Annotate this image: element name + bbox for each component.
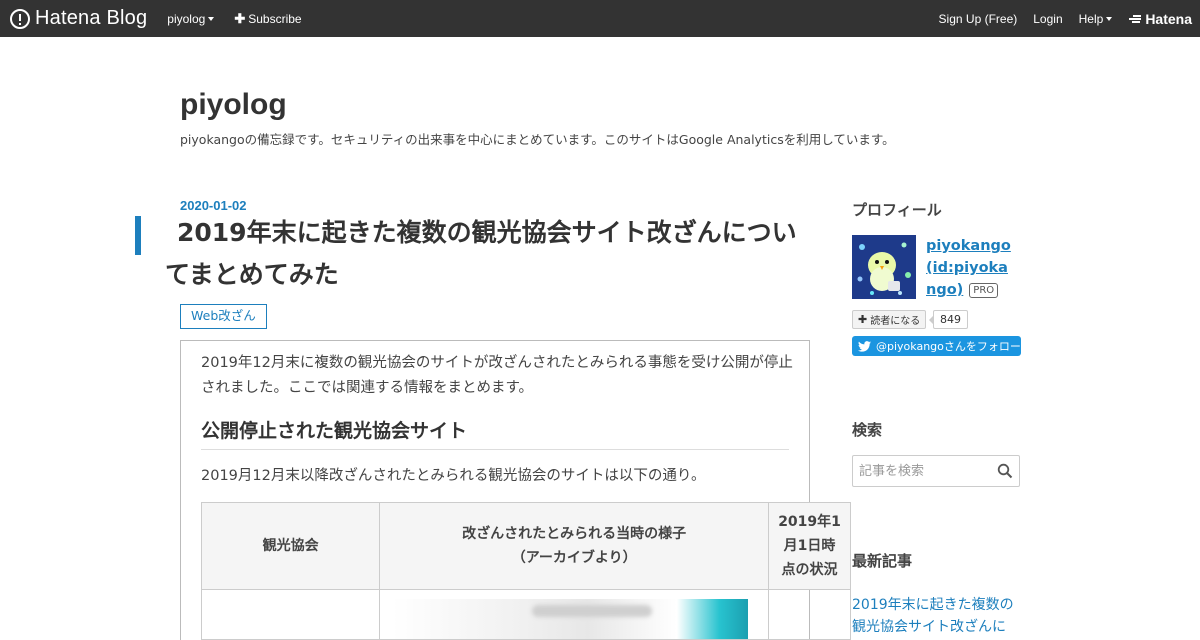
global-nav-right: Sign Up (Free) Login Help Hatena (923, 11, 1200, 27)
recent-article-link[interactable]: 2019年末に起きた複数の観光協会サイト改ざんに (852, 594, 1024, 638)
search-heading: 検索 (852, 421, 883, 439)
section-heading: 公開停止された観光協会サイト (201, 416, 789, 450)
hatena-blog-logo[interactable]: Hatena Blog (10, 0, 147, 37)
caret-down-icon (208, 16, 215, 21)
hatena-logo[interactable]: Hatena (1128, 11, 1192, 27)
pro-badge: PRO (969, 282, 999, 298)
recent-heading: 最新記事 (852, 552, 913, 570)
category-tag[interactable]: Web改ざん (180, 304, 267, 329)
archive-screenshot-image[interactable] (392, 598, 749, 639)
global-header: Hatena Blog piyolog ✚ Subscribe Sign Up … (0, 0, 1200, 37)
title-accent-bar (135, 216, 141, 255)
article-title[interactable]: 2019年末に起きた複数の観光協会サイト改ざんについてまとめてみた (165, 212, 815, 296)
avatar[interactable] (852, 235, 916, 299)
twitter-follow-button[interactable]: @piyokangoさんをフォロー (852, 336, 1021, 356)
twitter-follow-label: @piyokangoさんをフォロー (876, 340, 1021, 353)
table-header-cell: 観光協会 (200, 502, 381, 590)
blog-description: piyokangoの備忘録です。セキュリティの出来事を中心にまとめています。この… (180, 132, 895, 147)
caret-down-icon (1106, 16, 1113, 21)
article-intro: 2019年12月末に複数の観光協会のサイトが改ざんされたとみられる事態を受け公開… (201, 355, 793, 396)
table-cell (768, 589, 851, 640)
table-row (200, 589, 851, 640)
sites-table: 観光協会 改ざんされたとみられる当時の様子 （アーカイブより） 2019年1月1… (200, 502, 851, 640)
hatena-text: Hatena (1145, 10, 1192, 27)
table-header-cell: 2019年1月1日時点の状況 (768, 502, 851, 590)
plus-icon: ✚ (858, 313, 868, 326)
table-header-row: 観光協会 改ざんされたとみられる当時の様子 （アーカイブより） 2019年1月1… (200, 502, 851, 590)
hatena-logo-icon (1128, 14, 1142, 24)
table-cell (200, 589, 381, 640)
search-box (852, 455, 1020, 487)
help-menu[interactable]: Help (1079, 12, 1113, 26)
reader-count: 849 (929, 310, 968, 329)
profile-heading: プロフィール (852, 201, 942, 219)
login-link[interactable]: Login (1033, 12, 1062, 26)
avatar-image (852, 235, 916, 299)
reader-button[interactable]: ✚ 読者になる (852, 310, 927, 329)
plus-icon: ✚ (234, 10, 246, 26)
subscribe-button[interactable]: ✚ Subscribe (234, 11, 301, 27)
blog-menu-label: piyolog (167, 11, 206, 26)
search-icon[interactable] (997, 463, 1013, 479)
reader-button-label: 読者になる (870, 316, 921, 327)
article-date[interactable]: 2020-01-02 (180, 198, 247, 213)
signup-link[interactable]: Sign Up (Free) (939, 12, 1018, 26)
blog-title[interactable]: piyolog (180, 88, 287, 122)
table-cell (379, 589, 770, 640)
hatena-blog-logo-icon (10, 8, 30, 29)
search-input[interactable] (859, 456, 989, 486)
twitter-icon (858, 340, 871, 352)
blog-menu[interactable]: piyolog (167, 11, 215, 26)
subscribe-label: Subscribe (248, 11, 302, 26)
help-label: Help (1078, 11, 1104, 26)
brand-text: Hatena Blog (35, 7, 148, 29)
section-text: 2019月12月末以降改ざんされたとみられる観光協会のサイトは以下の通り。 (201, 468, 706, 484)
profile-name-link[interactable]: piyokango (id:piyokango) PRO (926, 235, 1018, 301)
table-header-cell: 改ざんされたとみられる当時の様子 （アーカイブより） (379, 502, 770, 590)
